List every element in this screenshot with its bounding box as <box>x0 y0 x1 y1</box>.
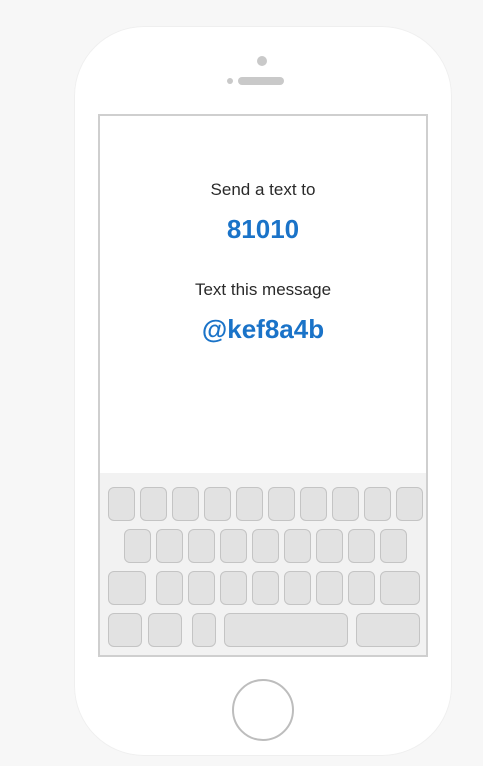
keyboard-key <box>356 613 420 647</box>
message-code: @kef8a4b <box>201 314 325 344</box>
keyboard-key <box>188 529 215 563</box>
phone-screen: Send a text to 81010 Text this message @… <box>98 114 428 657</box>
keyboard-key <box>236 487 263 521</box>
keyboard-key <box>316 529 343 563</box>
keyboard-key <box>156 571 183 605</box>
sensor-icon <box>227 78 233 84</box>
keyboard-key <box>316 571 343 605</box>
keyboard-key <box>396 487 423 521</box>
keyboard-key <box>220 529 247 563</box>
keyboard-key <box>268 487 295 521</box>
keyboard-key <box>220 571 247 605</box>
keyboard-key <box>300 487 327 521</box>
keyboard-key <box>156 529 183 563</box>
keyboard-key <box>140 487 167 521</box>
keyboard-key <box>124 529 151 563</box>
keyboard-key <box>108 487 135 521</box>
message-label: Text this message <box>194 280 332 299</box>
keyboard-key <box>348 529 375 563</box>
keyboard-key <box>364 487 391 521</box>
keyboard <box>100 473 426 655</box>
keyboard-key <box>380 571 420 605</box>
home-button-icon[interactable] <box>232 679 294 741</box>
speaker-icon <box>238 77 284 85</box>
keyboard-key <box>224 613 348 647</box>
keyboard-key <box>284 529 311 563</box>
keyboard-key <box>172 487 199 521</box>
keyboard-key <box>188 571 215 605</box>
page-background: Send a text to 81010 Text this message @… <box>0 0 483 766</box>
keyboard-key <box>252 571 279 605</box>
keyboard-key <box>284 571 311 605</box>
keyboard-key <box>192 613 216 647</box>
keyboard-key <box>332 487 359 521</box>
keyboard-key <box>252 529 279 563</box>
keyboard-key <box>108 613 142 647</box>
keyboard-key <box>348 571 375 605</box>
keyboard-key <box>108 571 146 605</box>
camera-icon <box>257 56 267 66</box>
send-text-label: Send a text to <box>210 180 316 199</box>
keyboard-key <box>204 487 231 521</box>
keyboard-key <box>380 529 407 563</box>
keyboard-key <box>148 613 182 647</box>
phone-number: 81010 <box>226 214 300 244</box>
